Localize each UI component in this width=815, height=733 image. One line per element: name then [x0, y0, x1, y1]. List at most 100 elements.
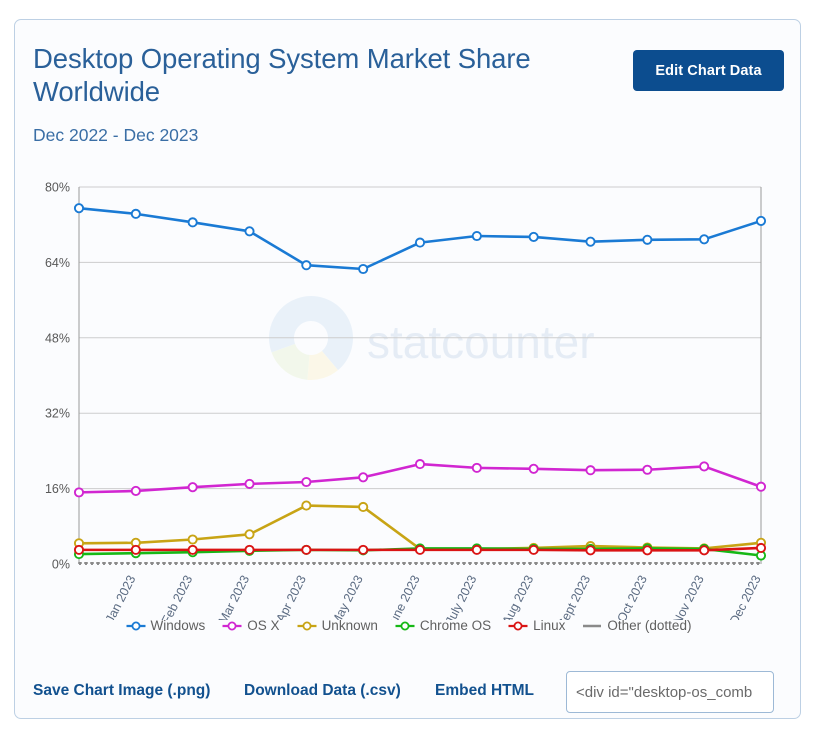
data-point-marker[interactable] [528, 544, 539, 555]
data-point-marker[interactable] [130, 537, 141, 548]
x-tick-label: Sept 2023 [555, 573, 593, 620]
legend-marker-icon [395, 621, 415, 630]
data-point-marker[interactable] [358, 545, 369, 556]
chart-legend: Windows OS X Unknown Chrome OS Linux Other (d… [15, 618, 802, 633]
y-tick-label: 0% [52, 558, 70, 572]
data-point-marker[interactable] [73, 487, 85, 498]
legend-item-unknown[interactable]: Unknown [297, 618, 378, 633]
data-point-marker[interactable] [244, 545, 255, 556]
data-point-marker[interactable] [471, 543, 482, 554]
data-point-marker[interactable] [130, 208, 141, 219]
data-point-marker[interactable] [585, 543, 596, 554]
data-point-marker[interactable] [414, 544, 426, 555]
legend-label: Unknown [321, 618, 378, 633]
data-point-marker[interactable] [187, 534, 198, 545]
legend-label: Windows [150, 618, 206, 633]
data-point-marker[interactable] [755, 215, 767, 226]
y-tick-label: 32% [45, 407, 70, 421]
legend-dash-icon [583, 624, 602, 627]
data-point-marker[interactable] [528, 463, 539, 474]
data-point-marker[interactable] [471, 230, 482, 242]
data-point-marker[interactable] [73, 203, 85, 214]
data-point-marker[interactable] [755, 481, 767, 492]
data-point-marker[interactable] [699, 543, 710, 554]
data-point-marker[interactable] [301, 544, 312, 555]
data-point-marker[interactable] [244, 226, 255, 237]
data-point-marker[interactable] [585, 545, 596, 556]
legend-item-linux[interactable]: Linux [508, 618, 565, 633]
legend-label: Chrome OS [419, 618, 492, 633]
download-data-link[interactable]: Download Data (.csv) [244, 682, 401, 700]
data-point-marker[interactable] [130, 548, 141, 559]
data-point-marker[interactable] [358, 501, 369, 513]
data-point-marker[interactable] [301, 500, 312, 511]
data-point-marker[interactable] [414, 237, 426, 248]
data-point-marker[interactable] [585, 236, 596, 247]
legend-label: OS X [247, 618, 280, 633]
data-point-marker[interactable] [414, 459, 426, 470]
data-point-marker[interactable] [642, 234, 653, 245]
data-point-marker[interactable] [642, 464, 653, 475]
y-tick-label: 16% [45, 482, 70, 496]
data-point-marker[interactable] [187, 482, 198, 493]
legend-item-os-x[interactable]: OS X [222, 618, 280, 633]
series-windows [73, 203, 767, 275]
x-tick-label: July 2023 [443, 573, 480, 620]
data-point-marker[interactable] [642, 543, 653, 554]
page-title: Desktop Operating System Market Share Wo… [33, 43, 531, 107]
series-unknown [73, 500, 767, 554]
data-point-marker[interactable] [642, 542, 653, 553]
data-point-marker[interactable] [244, 529, 255, 540]
data-point-marker[interactable] [699, 234, 710, 245]
data-point-marker[interactable] [755, 537, 767, 548]
data-point-marker[interactable] [528, 543, 539, 554]
data-point-marker[interactable] [414, 543, 426, 554]
legend-marker-icon [508, 621, 528, 630]
data-point-marker[interactable] [471, 543, 482, 554]
data-point-marker[interactable] [471, 544, 482, 555]
embed-html-link[interactable]: Embed HTML [435, 682, 534, 700]
x-tick-label: Dec 2023 [727, 573, 764, 620]
legend-item-windows[interactable]: Windows [126, 618, 206, 633]
x-tick-label: Feb 2023 [159, 573, 195, 620]
data-point-marker[interactable] [358, 263, 369, 275]
data-point-marker[interactable] [585, 465, 596, 476]
data-point-marker[interactable] [187, 547, 198, 558]
data-point-marker[interactable] [244, 478, 255, 489]
data-point-marker[interactable] [73, 538, 85, 549]
legend-item-other-dotted[interactable]: Other (dotted) [582, 618, 691, 633]
data-point-marker[interactable] [642, 545, 653, 556]
data-point-marker[interactable] [187, 544, 198, 555]
data-point-marker[interactable] [585, 541, 596, 552]
data-point-marker[interactable] [755, 550, 767, 561]
data-point-marker[interactable] [187, 217, 198, 228]
embed-html-input[interactable] [566, 671, 774, 713]
data-point-marker[interactable] [130, 485, 141, 497]
data-point-marker[interactable] [699, 545, 710, 556]
data-point-marker[interactable] [699, 543, 710, 554]
data-point-marker[interactable] [358, 544, 369, 555]
x-tick-label: Nov 2023 [670, 573, 707, 620]
data-point-marker[interactable] [358, 472, 369, 483]
data-point-marker[interactable] [73, 549, 85, 560]
data-point-marker[interactable] [244, 544, 255, 555]
data-point-marker[interactable] [755, 542, 767, 554]
data-point-marker[interactable] [301, 260, 312, 271]
data-point-marker[interactable] [471, 462, 482, 473]
data-point-marker[interactable] [130, 544, 141, 555]
legend-marker-icon [222, 621, 242, 630]
y-tick-label: 80% [45, 181, 70, 195]
save-chart-image-link[interactable]: Save Chart Image (.png) [33, 682, 210, 700]
date-range-subtitle: Dec 2022 - Dec 2023 [33, 125, 199, 145]
legend-item-chrome-os[interactable]: Chrome OS [395, 618, 491, 633]
x-tick-label: Aug 2023 [500, 573, 537, 620]
data-point-marker[interactable] [301, 476, 312, 488]
edit-chart-data-button[interactable]: Edit Chart Data [633, 50, 784, 91]
data-point-marker[interactable] [699, 461, 710, 472]
data-point-marker[interactable] [528, 231, 539, 243]
data-point-marker[interactable] [301, 544, 312, 555]
statcounter-watermark: statcounter [269, 296, 595, 380]
data-point-marker[interactable] [73, 544, 85, 555]
data-point-marker[interactable] [414, 543, 426, 554]
data-point-marker[interactable] [528, 542, 539, 554]
